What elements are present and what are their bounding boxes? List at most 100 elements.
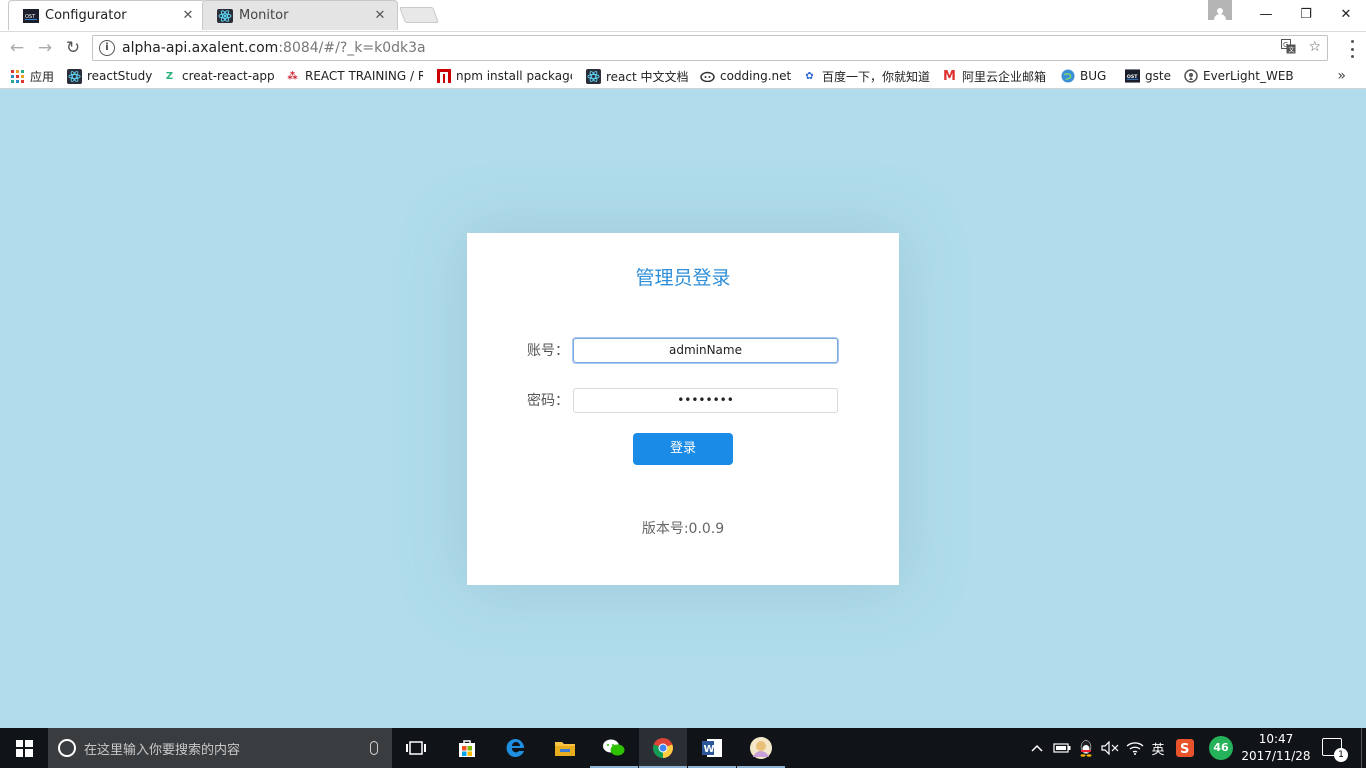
battery-icon[interactable] <box>1052 728 1072 768</box>
forward-button[interactable]: → <box>34 37 56 59</box>
back-button[interactable]: ← <box>6 37 28 59</box>
wifi-icon[interactable] <box>1124 728 1146 768</box>
version-text: 版本号:0.0.9 <box>641 521 725 537</box>
bookmark-apps[interactable]: 应用 <box>10 67 54 85</box>
apps-grid-icon <box>10 69 25 84</box>
bookmark-npm[interactable]: npm install package <box>436 67 572 85</box>
bookmark-label: 阿里云企业邮箱 <box>962 69 1047 84</box>
url-path: :8084/#/?_k=k0dk3a <box>278 40 426 56</box>
browser-tab-strip: OST Configurator ✕ Monitor ✕ — ❐ ✕ <box>0 0 1366 31</box>
bookmark-everlight[interactable]: EverLight_WEB <box>1183 67 1294 85</box>
windows-icon <box>15 739 33 757</box>
url-host: alpha-api.axalent.com <box>122 40 279 56</box>
react-icon <box>217 9 233 23</box>
login-button[interactable]: 登录 <box>633 433 733 465</box>
bookmarks-bar: 应用 reactStudy Z creat-react-app ⁂ REACT … <box>0 63 1366 89</box>
taskbar-search[interactable]: 在这里输入你要搜索的内容 <box>48 728 392 768</box>
microphone-icon[interactable] <box>370 741 378 755</box>
bookmark-label: reactStudy <box>87 69 153 83</box>
reload-button[interactable]: ↻ <box>62 37 84 59</box>
baidu-icon: ✿ <box>805 70 814 82</box>
volume-muted-icon[interactable] <box>1100 728 1120 768</box>
react-training-icon: ⁂ <box>287 70 298 82</box>
clock-time: 10:47 <box>1258 732 1294 746</box>
tab-monitor[interactable]: Monitor ✕ <box>202 0 398 30</box>
bookmark-codding[interactable]: codding.net <box>700 67 791 85</box>
bookmark-label: EverLight_WEB <box>1203 69 1294 83</box>
login-card: 管理员登录 账号： adminName 密码： •••••••• 登录 版本号:… <box>467 233 899 585</box>
new-tab-button[interactable] <box>399 7 439 23</box>
bookmark-label: REACT TRAINING / R <box>305 69 423 83</box>
close-window-button[interactable]: ✕ <box>1326 0 1366 28</box>
search-placeholder: 在这里输入你要搜索的内容 <box>84 742 241 758</box>
start-button[interactable] <box>0 728 48 768</box>
wechat-icon[interactable] <box>590 728 638 768</box>
react-icon <box>586 68 601 84</box>
qq-penguin-icon[interactable] <box>1076 728 1096 768</box>
location-pin-icon <box>1183 68 1198 84</box>
task-view-icon[interactable] <box>392 728 440 768</box>
network-speed-badge[interactable]: 46 <box>1209 736 1233 760</box>
bookmark-label: BUG <box>1080 69 1107 83</box>
tab-title: Configurator <box>45 8 127 23</box>
chrome-icon[interactable] <box>639 728 687 768</box>
globe-icon <box>1060 69 1075 84</box>
tab-title: Monitor <box>239 8 289 23</box>
bookmark-label: 应用 <box>30 69 55 84</box>
translate-icon[interactable]: G文 <box>1281 38 1296 58</box>
word-icon[interactable]: W <box>688 728 736 768</box>
profile-icon[interactable] <box>1208 0 1232 20</box>
sogou-icon[interactable]: S <box>1174 728 1196 768</box>
address-bar[interactable]: i alpha-api.axalent.com:8084/#/?_k=k0dk3… <box>92 35 1328 61</box>
url-text[interactable]: alpha-api.axalent.com:8084/#/?_k=k0dk3a <box>122 40 426 56</box>
bookmark-label: creat-react-app <box>182 69 275 83</box>
bookmark-react-docs[interactable]: react 中文文档 <box>586 67 689 85</box>
tray-chevron-up-icon[interactable] <box>1028 728 1046 768</box>
zhihu-icon: Z <box>165 70 174 82</box>
account-label: 账号： <box>527 343 569 359</box>
svg-text:S: S <box>1180 742 1189 757</box>
edge-icon[interactable] <box>492 728 540 768</box>
bookmark-bug[interactable]: BUG <box>1060 67 1106 85</box>
login-title: 管理员登录 <box>635 267 731 289</box>
page-content: 管理员登录 账号： adminName 密码： •••••••• 登录 版本号:… <box>0 90 1366 728</box>
bookmarks-more-button[interactable]: » <box>1337 68 1346 84</box>
cortana-icon <box>58 739 76 757</box>
app-avatar-icon[interactable] <box>737 728 785 768</box>
show-desktop-button[interactable] <box>1361 728 1366 768</box>
close-icon[interactable]: ✕ <box>181 8 195 23</box>
bookmark-label: npm install package <box>456 69 572 83</box>
password-input[interactable]: •••••••• <box>573 388 838 413</box>
input-method-indicator[interactable]: 英 <box>1148 728 1168 768</box>
coding-icon <box>700 69 715 84</box>
bookmark-aliyun-mail[interactable]: M 阿里云企业邮箱 <box>942 67 1046 85</box>
account-input[interactable]: adminName <box>573 338 838 363</box>
bookmark-baidu[interactable]: ✿ 百度一下，你就知道 <box>802 67 930 85</box>
bookmark-creat-react-app[interactable]: Z creat-react-app <box>162 67 275 85</box>
restore-button[interactable]: ❐ <box>1286 0 1326 28</box>
system-clock[interactable]: 10:47 2017/11/28 <box>1240 731 1312 765</box>
menu-icon[interactable] <box>1346 40 1358 58</box>
info-icon[interactable]: i <box>99 40 115 56</box>
notification-count-badge: 1 <box>1334 748 1348 762</box>
tab-configurator[interactable]: OST Configurator ✕ <box>8 0 206 30</box>
bookmark-react-training[interactable]: ⁂ REACT TRAINING / R <box>285 67 423 85</box>
close-icon[interactable]: ✕ <box>373 8 387 23</box>
store-icon[interactable] <box>443 728 491 768</box>
bookmark-reactstudy[interactable]: reactStudy <box>67 67 152 85</box>
react-icon <box>67 68 82 84</box>
clock-date: 2017/11/28 <box>1241 749 1311 763</box>
password-label: 密码： <box>527 393 569 409</box>
bookmark-gste[interactable]: OST gste <box>1125 67 1171 85</box>
bookmark-label: react 中文文档 <box>606 69 689 84</box>
bookmark-label: codding.net <box>720 69 792 83</box>
minimize-button[interactable]: — <box>1246 0 1286 28</box>
ost-icon: OST <box>23 9 39 23</box>
aliyun-mail-icon: M <box>943 68 956 84</box>
file-explorer-icon[interactable] <box>541 728 589 768</box>
svg-text:W: W <box>704 744 715 755</box>
svg-text:文: 文 <box>1289 46 1295 54</box>
ost-icon: OST <box>1125 69 1140 84</box>
taskbar: 在这里输入你要搜索的内容 W 英 S 46 10:47 2017/11/28 1 <box>0 728 1366 768</box>
bookmark-star-icon[interactable]: ☆ <box>1308 39 1321 58</box>
